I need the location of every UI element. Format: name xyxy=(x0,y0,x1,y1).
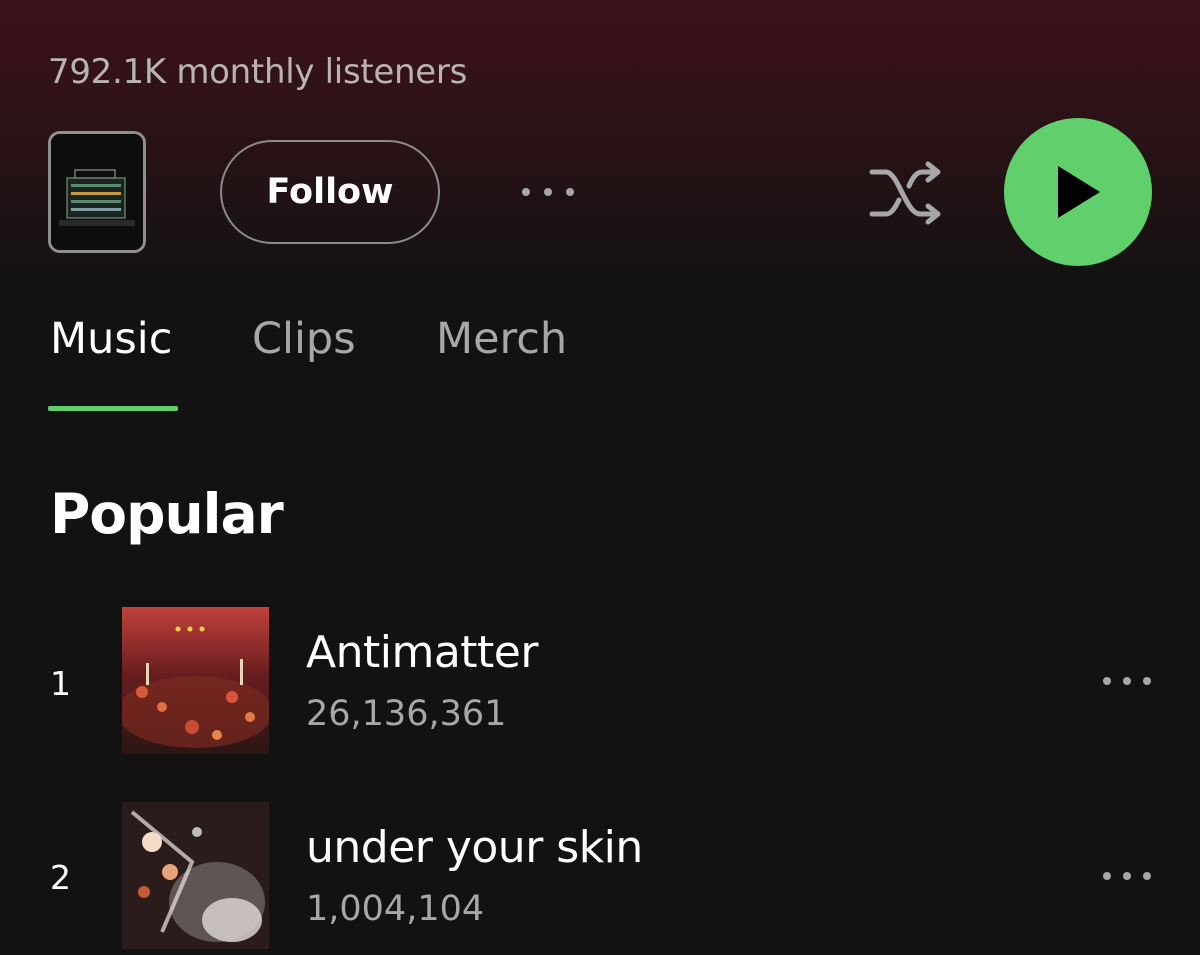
tab-merch[interactable]: Merch xyxy=(436,314,567,364)
section-title: Popular xyxy=(50,482,284,546)
more-horizontal-icon xyxy=(522,188,574,196)
shuffle-button[interactable] xyxy=(866,160,946,226)
track-more-button[interactable] xyxy=(1098,666,1156,696)
artist-thumbnail[interactable] xyxy=(48,131,146,253)
track-plays: 26,136,361 xyxy=(306,694,507,734)
track-title: under your skin xyxy=(306,822,643,873)
active-tab-indicator xyxy=(48,406,178,411)
album-art xyxy=(122,802,269,949)
shuffle-icon xyxy=(869,161,941,225)
track-cover xyxy=(122,802,269,949)
artist-thumbnail-art xyxy=(51,134,143,250)
track-plays: 1,004,104 xyxy=(306,889,485,929)
track-rank: 2 xyxy=(50,858,71,897)
track-title: Antimatter xyxy=(306,627,538,678)
play-icon xyxy=(1058,166,1100,218)
more-horizontal-icon xyxy=(1103,872,1151,880)
tab-clips[interactable]: Clips xyxy=(252,314,356,364)
album-art xyxy=(122,607,269,754)
follow-button[interactable]: Follow xyxy=(220,140,440,244)
more-horizontal-icon xyxy=(1103,677,1151,685)
play-button[interactable] xyxy=(1004,118,1152,266)
more-options-button[interactable] xyxy=(516,172,580,212)
monthly-listeners: 792.1K monthly listeners xyxy=(48,52,467,92)
tab-music[interactable]: Music xyxy=(50,314,172,364)
track-rank: 1 xyxy=(50,664,71,703)
track-more-button[interactable] xyxy=(1098,861,1156,891)
track-cover xyxy=(122,607,269,754)
